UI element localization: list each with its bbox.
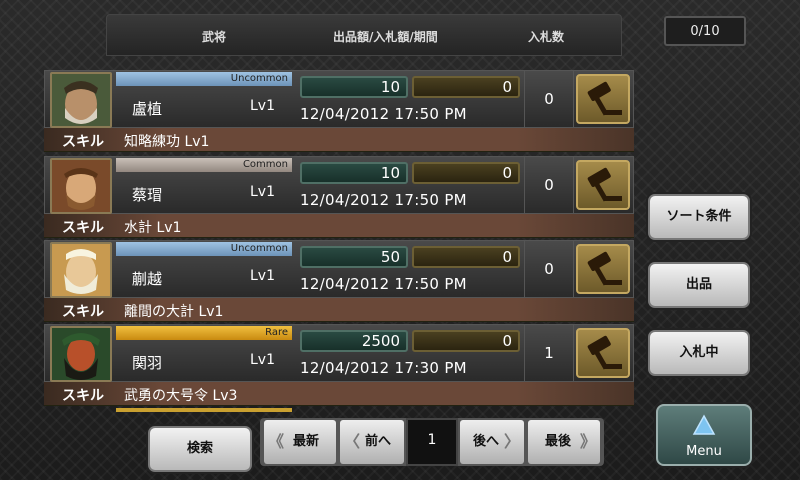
- general-level: Lv1: [250, 268, 275, 284]
- bid-count: 0: [524, 156, 574, 214]
- end-datetime: 12/04/2012 17:30 PM: [300, 359, 467, 377]
- general-level: Lv1: [250, 352, 275, 368]
- listing-price: 10: [300, 76, 408, 98]
- listing-price: 50: [300, 246, 408, 268]
- rarity-badge: Uncommon: [116, 242, 292, 256]
- skill-name: 知略練功 Lv1: [124, 134, 210, 150]
- skill-row: スキル 知略練功 Lv1: [44, 128, 634, 152]
- next-card-peek: [116, 408, 292, 412]
- bid-button[interactable]: [576, 244, 630, 294]
- skill-row: スキル 離間の大計 Lv1: [44, 298, 634, 322]
- bid-count: 0: [524, 240, 574, 298]
- skill-name: 水計 Lv1: [124, 220, 182, 236]
- column-header-general: 武将: [202, 30, 227, 44]
- current-bid: 0: [412, 330, 520, 352]
- general-name: 盧植: [132, 100, 163, 118]
- general-level: Lv1: [250, 184, 275, 200]
- prev-button[interactable]: 〈 前へ: [340, 420, 404, 464]
- rarity-badge: Common: [116, 158, 292, 172]
- current-bid: 0: [412, 162, 520, 184]
- listing-counter: 0/10: [664, 16, 746, 46]
- gavel-icon: [587, 335, 622, 370]
- skill-label: スキル: [62, 388, 104, 404]
- pagination: 《 最新 〈 前へ 1 後へ 〉 最後 》: [260, 418, 604, 466]
- skill-row: スキル 武勇の大号令 Lv3: [44, 382, 634, 406]
- bid-count: 0: [524, 70, 574, 128]
- bid-button[interactable]: [576, 74, 630, 124]
- triangle-up-icon: [692, 414, 716, 435]
- general-portrait[interactable]: [50, 158, 112, 214]
- auction-card: Uncommon 盧植 Lv1 10 0 12/04/2012 17:50 PM…: [44, 70, 634, 152]
- newest-button[interactable]: 《 最新: [264, 420, 336, 464]
- general-name: 蒯越: [132, 270, 163, 288]
- listing-price: 10: [300, 162, 408, 184]
- skill-label: スキル: [62, 134, 104, 150]
- chevron-left-icon: 〈: [344, 432, 361, 451]
- skill-row: スキル 水計 Lv1: [44, 214, 634, 238]
- skill-label: スキル: [62, 304, 104, 320]
- rarity-badge: Rare: [116, 326, 292, 340]
- bid-count: 1: [524, 324, 574, 382]
- general-portrait[interactable]: [50, 326, 112, 382]
- skill-name: 武勇の大号令 Lv3: [124, 388, 238, 404]
- current-bid: 0: [412, 76, 520, 98]
- general-name: 蔡瑁: [132, 186, 163, 204]
- menu-label: Menu: [686, 444, 722, 459]
- gavel-icon: [587, 251, 622, 286]
- general-portrait[interactable]: [50, 242, 112, 298]
- gavel-icon: [587, 81, 622, 116]
- skill-label: スキル: [62, 220, 104, 236]
- column-header-price: 出品額/入札額/期間: [333, 30, 438, 44]
- gavel-icon: [587, 167, 622, 202]
- menu-button[interactable]: Menu: [656, 404, 752, 466]
- general-portrait[interactable]: [50, 72, 112, 128]
- newest-label: 最新: [292, 434, 319, 449]
- column-header-bids: 入札数: [528, 30, 565, 44]
- end-datetime: 12/04/2012 17:50 PM: [300, 275, 467, 293]
- current-bid: 0: [412, 246, 520, 268]
- last-button[interactable]: 最後 》: [528, 420, 600, 464]
- bid-button[interactable]: [576, 160, 630, 210]
- bidding-button[interactable]: 入札中: [648, 330, 750, 376]
- general-name: 関羽: [132, 354, 163, 372]
- end-datetime: 12/04/2012 17:50 PM: [300, 191, 467, 209]
- sort-button[interactable]: ソート条件: [648, 194, 750, 240]
- chevron-right-icon: 〉: [503, 432, 520, 451]
- general-level: Lv1: [250, 98, 275, 114]
- end-datetime: 12/04/2012 17:50 PM: [300, 105, 467, 123]
- next-button[interactable]: 後へ 〉: [460, 420, 524, 464]
- auction-list[interactable]: Uncommon 盧植 Lv1 10 0 12/04/2012 17:50 PM…: [44, 70, 634, 412]
- auction-card: Common 蔡瑁 Lv1 10 0 12/04/2012 17:50 PM 0…: [44, 156, 634, 238]
- search-button[interactable]: 検索: [148, 426, 252, 472]
- skill-name: 離間の大計 Lv1: [124, 304, 224, 320]
- rarity-badge: Uncommon: [116, 72, 292, 86]
- listing-button[interactable]: 出品: [648, 262, 750, 308]
- listing-price: 2500: [300, 330, 408, 352]
- bid-button[interactable]: [576, 328, 630, 378]
- current-page: 1: [406, 418, 458, 466]
- auction-card: Rare 関羽 Lv1 2500 0 12/04/2012 17:30 PM 1…: [44, 324, 634, 406]
- double-chevron-right-icon: 》: [579, 432, 596, 451]
- last-label: 最後: [544, 434, 571, 449]
- auction-card: Uncommon 蒯越 Lv1 50 0 12/04/2012 17:50 PM…: [44, 240, 634, 322]
- double-chevron-left-icon: 《: [268, 432, 285, 451]
